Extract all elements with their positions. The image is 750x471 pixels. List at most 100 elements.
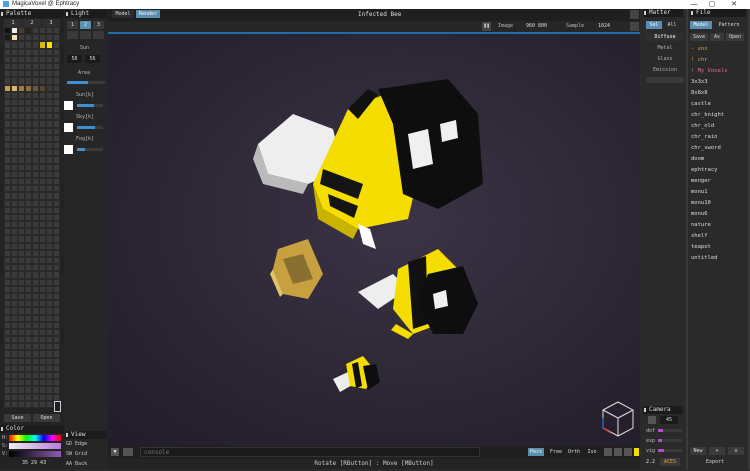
palette-cell[interactable] xyxy=(18,228,25,236)
palette-cell[interactable] xyxy=(4,242,11,250)
palette-cell[interactable] xyxy=(46,343,53,351)
palette-cell[interactable] xyxy=(39,257,46,265)
palette-cell[interactable] xyxy=(32,62,39,71)
palette-cell[interactable] xyxy=(46,271,53,279)
palette-cell[interactable] xyxy=(39,357,46,365)
palette-cell[interactable] xyxy=(25,142,32,150)
file-save-as-button[interactable]: As xyxy=(710,33,724,41)
sun-k-slider[interactable] xyxy=(77,104,103,107)
palette-cell[interactable] xyxy=(18,379,25,387)
palette-cell[interactable] xyxy=(39,379,46,387)
palette-cell[interactable] xyxy=(53,357,60,365)
palette-cell[interactable] xyxy=(11,235,18,243)
file-list-item[interactable]: nature xyxy=(691,222,711,228)
palette-cell[interactable] xyxy=(18,70,25,78)
palette-cell[interactable] xyxy=(25,264,32,272)
palette-cell[interactable] xyxy=(4,41,11,49)
palette-cell[interactable] xyxy=(39,185,46,193)
palette-cell[interactable] xyxy=(11,163,18,171)
camera-option-1[interactable] xyxy=(604,448,612,456)
close-button[interactable]: ✕ xyxy=(726,0,742,9)
palette-cell[interactable] xyxy=(4,48,11,56)
palette-cell[interactable] xyxy=(25,386,32,394)
matter-scrollbar[interactable] xyxy=(686,9,688,469)
palette-cell[interactable] xyxy=(53,292,60,301)
palette-cell[interactable] xyxy=(11,321,18,329)
palette-cell[interactable] xyxy=(32,142,39,150)
palette-cell[interactable] xyxy=(32,364,39,372)
palette-cell[interactable] xyxy=(53,34,60,42)
palette-cell[interactable] xyxy=(39,285,46,293)
palette-cell[interactable] xyxy=(18,264,25,272)
file-list-item[interactable]: 8x8x8 xyxy=(691,90,708,96)
palette-cell[interactable] xyxy=(39,163,46,171)
light-tab-6[interactable] xyxy=(93,31,104,39)
console-input[interactable] xyxy=(140,447,480,457)
palette-cell[interactable] xyxy=(11,285,18,293)
palette-cell[interactable] xyxy=(25,70,32,78)
palette-cell[interactable] xyxy=(39,386,46,394)
palette-cell[interactable] xyxy=(4,34,11,42)
palette-cell[interactable] xyxy=(18,163,25,171)
palette-cell[interactable] xyxy=(39,113,46,121)
palette-cell[interactable] xyxy=(53,62,60,71)
palette-cell[interactable] xyxy=(18,372,25,380)
file-list-item[interactable]: chr_sword xyxy=(691,145,721,151)
palette-cell[interactable] xyxy=(46,91,53,99)
palette-cell[interactable] xyxy=(46,120,53,128)
model-mode-tab[interactable]: Model xyxy=(112,10,134,18)
camera-fov-value[interactable]: 45 xyxy=(660,416,678,424)
palette-cell[interactable] xyxy=(39,127,46,135)
palette-cell[interactable] xyxy=(4,292,11,301)
palette-cell[interactable] xyxy=(32,163,39,171)
palette-cell[interactable] xyxy=(11,292,18,301)
palette-cell[interactable] xyxy=(53,84,60,92)
palette-cell[interactable] xyxy=(4,300,11,308)
palette-cell[interactable] xyxy=(39,84,46,92)
palette-cell[interactable] xyxy=(11,77,18,85)
palette-cell[interactable] xyxy=(46,400,53,408)
palette-cell[interactable] xyxy=(25,249,32,257)
palette-cell[interactable] xyxy=(4,91,11,99)
palette-cell[interactable] xyxy=(53,106,60,114)
palette-cell[interactable] xyxy=(25,48,32,56)
palette-cell[interactable] xyxy=(32,41,39,49)
palette-cell[interactable] xyxy=(4,98,11,107)
palette-cell[interactable] xyxy=(46,386,53,394)
palette-cell[interactable] xyxy=(53,285,60,293)
palette-cell[interactable] xyxy=(53,264,60,272)
palette-cell[interactable] xyxy=(32,285,39,293)
palette-cell[interactable] xyxy=(46,242,53,250)
palette-cell[interactable] xyxy=(53,278,60,286)
palette-cell[interactable] xyxy=(11,307,18,315)
palette-cell[interactable] xyxy=(39,393,46,401)
screenshot-camera-icon[interactable] xyxy=(123,448,133,456)
palette-cell[interactable] xyxy=(32,185,39,193)
palette-cell[interactable] xyxy=(46,177,53,186)
palette-cell[interactable] xyxy=(53,314,60,322)
palette-cell[interactable] xyxy=(18,314,25,322)
material-emission[interactable]: Emission xyxy=(646,66,684,74)
palette-cell[interactable] xyxy=(46,70,53,78)
palette-cell[interactable] xyxy=(32,393,39,401)
palette-cell[interactable] xyxy=(46,307,53,315)
palette-cell[interactable] xyxy=(4,185,11,193)
palette-cell[interactable] xyxy=(11,379,18,387)
palette-cell[interactable] xyxy=(11,364,18,372)
light-tab-5[interactable] xyxy=(80,31,91,39)
palette-cell[interactable] xyxy=(4,120,11,128)
palette-cell[interactable] xyxy=(4,170,11,178)
palette-cell[interactable] xyxy=(25,149,32,157)
palette-cell[interactable] xyxy=(18,84,25,92)
palette-cell[interactable] xyxy=(39,106,46,114)
palette-cell[interactable] xyxy=(18,192,25,200)
palette-cell[interactable] xyxy=(11,127,18,135)
palette-cell[interactable] xyxy=(32,177,39,186)
file-list-item[interactable]: chr_knight xyxy=(691,112,724,118)
file-list-item[interactable]: castle xyxy=(691,101,711,107)
light-tab-1[interactable]: 1 xyxy=(67,21,78,29)
palette-cell[interactable] xyxy=(25,192,32,200)
palette-cell[interactable] xyxy=(32,328,39,337)
palette-cell[interactable] xyxy=(39,400,46,408)
palette-cell[interactable] xyxy=(18,292,25,301)
